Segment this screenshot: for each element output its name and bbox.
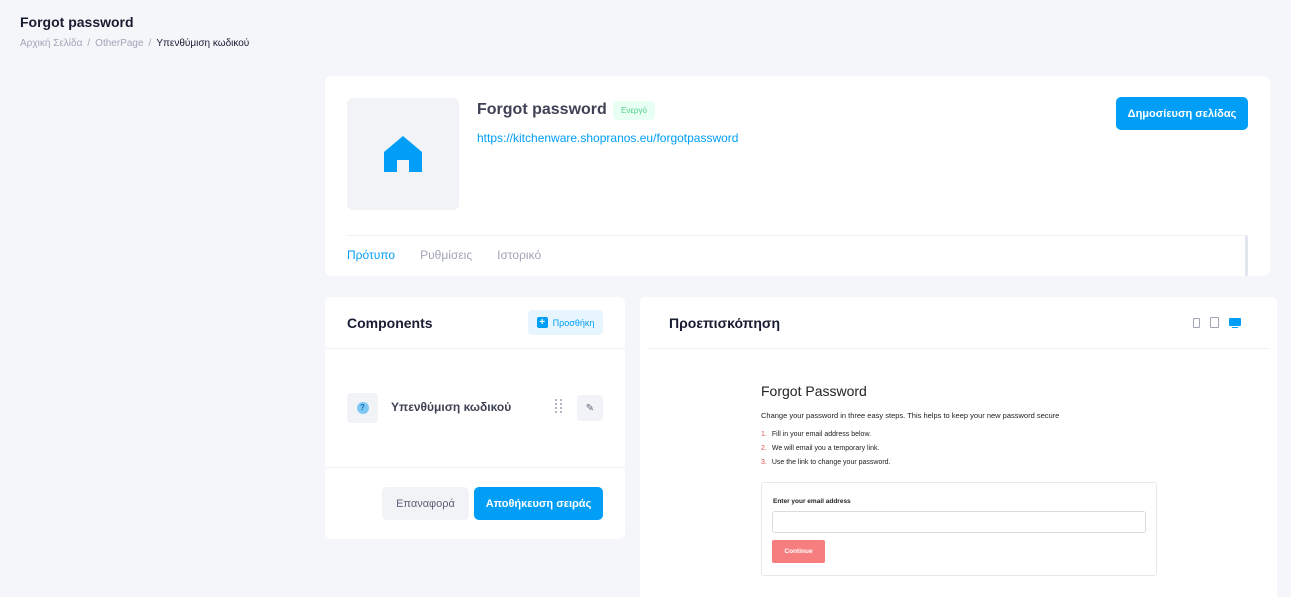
phone-icon[interactable] <box>1193 317 1200 328</box>
tab-template[interactable]: Πρότυπο <box>347 248 395 262</box>
page-tabs: Πρότυπο Ρυθμίσεις Ιστορικό <box>347 248 541 262</box>
status-badge: Ενεργό <box>613 101 655 120</box>
tabs-scrollbar[interactable] <box>1245 236 1248 276</box>
plus-icon: + <box>536 317 548 328</box>
email-label: Enter your email address <box>773 498 851 505</box>
breadcrumb-home[interactable]: Αρχική Σελίδα <box>20 38 82 49</box>
breadcrumb-current: Υπενθύμιση κωδικού <box>156 38 250 49</box>
breadcrumb: Αρχική Σελίδα / OtherPage / Υπενθύμιση κ… <box>20 38 249 49</box>
breadcrumb-separator: / <box>148 38 152 49</box>
divider <box>325 348 625 349</box>
drag-handle-icon[interactable] <box>555 399 563 417</box>
email-field[interactable] <box>772 511 1146 533</box>
page-title: Forgot password <box>20 14 134 30</box>
pencil-icon: ✎ <box>585 402 595 414</box>
preview-title: Προεπισκόπηση <box>669 315 781 331</box>
save-order-button[interactable]: Αποθήκευση σειράς <box>474 487 603 520</box>
tab-settings[interactable]: Ρυθμίσεις <box>420 248 472 262</box>
preview-description: Change your password in three easy steps… <box>761 411 1060 420</box>
device-switcher <box>1193 317 1241 328</box>
tabs-divider <box>347 235 1248 236</box>
components-title: Components <box>347 315 433 331</box>
question-icon: ? <box>356 402 369 414</box>
desktop-icon[interactable] <box>1229 317 1241 328</box>
breadcrumb-separator: / <box>87 38 91 49</box>
tablet-icon[interactable] <box>1210 317 1219 328</box>
preview-heading: Forgot Password <box>761 383 867 399</box>
list-item: 2. We will email you a temporary link. <box>761 445 880 452</box>
divider <box>648 348 1269 349</box>
add-component-label: Προσθήκη <box>552 317 595 328</box>
add-component-button[interactable]: + Προσθήκη <box>528 310 603 335</box>
list-item: 3. Use the link to change your password. <box>761 459 891 466</box>
page-url-link[interactable]: https://kitchenware.shopranos.eu/forgotp… <box>477 131 738 145</box>
publish-page-button[interactable]: Δημοσίευση σελίδας <box>1116 97 1248 130</box>
reset-button[interactable]: Επαναφορά <box>382 487 469 520</box>
breadcrumb-otherpage[interactable]: OtherPage <box>95 38 143 49</box>
list-item: 1. Fill in your email address below. <box>761 431 872 438</box>
page-name: Forgot password <box>477 101 607 118</box>
home-icon <box>384 136 422 172</box>
divider <box>325 467 625 468</box>
edit-component-button[interactable]: ✎ <box>577 395 603 421</box>
components-card: Components + Προσθήκη ? Υπενθύμιση κωδικ… <box>325 297 625 539</box>
component-item-icon-box: ? <box>347 393 378 423</box>
tab-history[interactable]: Ιστορικό <box>497 248 541 262</box>
preview-steps-list: 1. Fill in your email address below. 2. We… <box>761 430 891 472</box>
preview-card: Προεπισκόπηση Forgot Password Change you… <box>640 297 1277 597</box>
continue-button[interactable]: Continue <box>772 540 825 563</box>
component-item-label: Υπενθύμιση κωδικού <box>391 400 512 414</box>
preview-email-form: Enter your email address Continue <box>761 482 1157 576</box>
page-header-card: Forgot password Ενεργό https://kitchenwa… <box>325 76 1270 276</box>
page-thumbnail <box>347 98 459 210</box>
